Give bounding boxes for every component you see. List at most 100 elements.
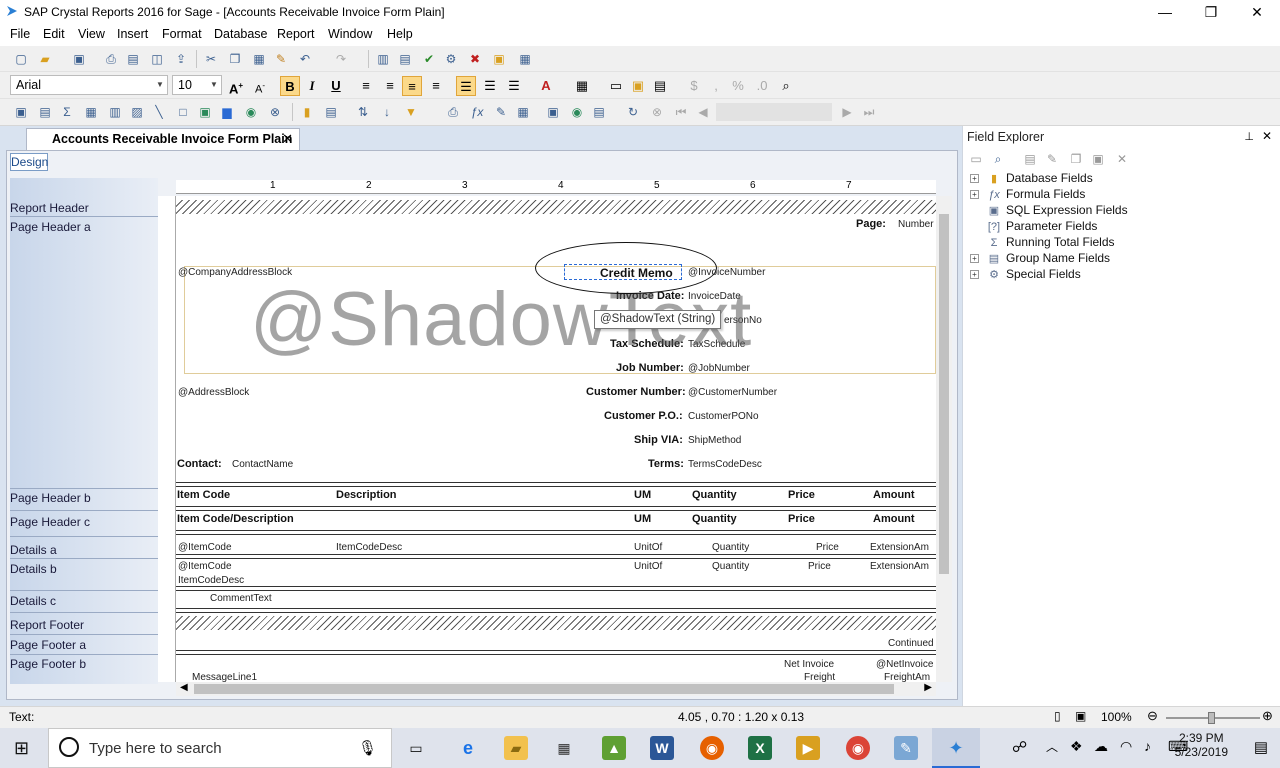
file-explorer-icon[interactable]: ▰: [504, 736, 528, 760]
database-expert-icon[interactable]: ▮: [300, 105, 314, 119]
decimal-icon[interactable]: .0: [752, 76, 772, 96]
wifi-icon[interactable]: ◠: [1120, 738, 1132, 755]
font-color-icon[interactable]: A: [536, 76, 556, 96]
duplicate-icon[interactable]: ❐: [1069, 152, 1083, 166]
ph-b-item-code[interactable]: Item Code: [177, 489, 230, 501]
section-report-footer[interactable]: Report Footer: [10, 618, 84, 632]
first-page-icon[interactable]: ⏮: [674, 105, 688, 119]
det-a-quantity[interactable]: Quantity: [712, 542, 749, 553]
thousands-icon[interactable]: ,: [706, 76, 726, 96]
ph-b-amount[interactable]: Amount: [873, 489, 915, 501]
insert-picture-icon[interactable]: ▨: [130, 105, 144, 119]
insert-box-icon[interactable]: □: [176, 105, 190, 119]
group-expert-icon[interactable]: ▥: [376, 52, 390, 66]
tree-sql-fields[interactable]: ▣ SQL Expression Fields: [987, 203, 1128, 217]
menu-report[interactable]: Report: [277, 27, 315, 41]
line-top-icon[interactable]: ☰: [456, 76, 476, 96]
prev-page-icon[interactable]: ◀: [696, 105, 710, 119]
lock-size-icon[interactable]: ▤: [650, 76, 670, 96]
vertical-scrollbar[interactable]: [936, 196, 952, 682]
tab-design[interactable]: Design: [10, 153, 48, 171]
edit-field-icon[interactable]: ✎: [1045, 152, 1059, 166]
menu-window[interactable]: Window: [328, 27, 372, 41]
menu-format[interactable]: Format: [162, 27, 202, 41]
det-a-item-code[interactable]: @ItemCode: [178, 542, 232, 553]
section-details-c[interactable]: Details c: [10, 594, 56, 608]
chrome-icon[interactable]: ◉: [846, 736, 870, 760]
people-icon[interactable]: ☍: [1012, 738, 1027, 756]
web-icon[interactable]: ◉: [570, 105, 584, 119]
align-right-icon[interactable]: ≡: [402, 76, 422, 96]
det-a-item-desc[interactable]: ItemCodeDesc: [336, 542, 402, 553]
increase-font-icon[interactable]: A+: [226, 76, 246, 96]
menu-edit[interactable]: Edit: [43, 27, 65, 41]
vertical-scroll-thumb[interactable]: [939, 214, 949, 574]
det-b-item-code[interactable]: @ItemCode: [178, 561, 232, 572]
ph-b-price[interactable]: Price: [788, 489, 815, 501]
insert-subreport-icon[interactable]: ▥: [108, 105, 122, 119]
excel-icon[interactable]: X: [748, 736, 772, 760]
contact-name-field[interactable]: ContactName: [232, 459, 293, 470]
sage-icon[interactable]: ▲: [602, 736, 626, 760]
open-icon[interactable]: ▰: [38, 52, 52, 66]
align-center-icon[interactable]: ≡: [380, 76, 400, 96]
grid-icon[interactable]: ▦: [516, 105, 530, 119]
find-icon[interactable]: ⌕: [776, 76, 796, 96]
task-view-icon[interactable]: ▭: [404, 736, 428, 760]
det-b-quantity[interactable]: Quantity: [712, 561, 749, 572]
det-b-unit[interactable]: UnitOf: [634, 561, 662, 572]
refresh-data-icon[interactable]: ↻: [626, 105, 640, 119]
minimize-button[interactable]: —: [1142, 0, 1188, 24]
section-page-header-a[interactable]: Page Header a: [10, 220, 91, 234]
export-icon[interactable]: ⇪: [174, 52, 188, 66]
section-page-footer-a[interactable]: Page Footer a: [10, 638, 86, 652]
formula-workshop-icon[interactable]: ✖: [468, 52, 482, 66]
menu-file[interactable]: File: [10, 27, 30, 41]
word-icon[interactable]: W: [650, 736, 674, 760]
system-clock[interactable]: 2:39 PM 5/23/2019: [1175, 731, 1228, 759]
insert-line-icon[interactable]: ╲: [152, 105, 166, 119]
line-middle-icon[interactable]: ☰: [480, 76, 500, 96]
tree-parameter-fields[interactable]: [?] Parameter Fields: [987, 219, 1098, 233]
browse-icon[interactable]: ⌕: [991, 152, 1005, 166]
contact-label[interactable]: Contact:: [177, 458, 222, 470]
dropbox-icon[interactable]: ❖: [1070, 738, 1083, 755]
select-expert-icon[interactable]: ✔: [422, 52, 436, 66]
customer-number-label[interactable]: Customer Number:: [586, 386, 686, 398]
ship-via-label[interactable]: Ship VIA:: [634, 434, 683, 446]
insert-summary-icon[interactable]: Σ: [60, 105, 74, 119]
insert-text-icon[interactable]: ▣: [14, 105, 28, 119]
tree-special-fields[interactable]: + ⚙ Special Fields: [970, 267, 1081, 281]
insert-olap-icon[interactable]: ◉: [244, 105, 258, 119]
ph-c-quantity[interactable]: Quantity: [692, 513, 737, 525]
ship-via-field[interactable]: ShipMethod: [688, 435, 741, 446]
media-icon[interactable]: ▶: [796, 736, 820, 760]
pin-icon[interactable]: ⊥: [1244, 130, 1254, 143]
currency-icon[interactable]: $: [684, 76, 704, 96]
new-icon[interactable]: ▢: [14, 52, 28, 66]
det-b-price[interactable]: Price: [808, 561, 831, 572]
report-explorer-icon[interactable]: ▦: [518, 52, 532, 66]
tree-group-name-fields[interactable]: + ▤ Group Name Fields: [970, 251, 1110, 265]
chevron-up-icon[interactable]: ︿: [1046, 738, 1058, 755]
section-report-header[interactable]: Report Header: [10, 201, 89, 215]
cut-icon[interactable]: ✂: [204, 52, 218, 66]
page-number-box[interactable]: [716, 103, 832, 121]
formula-icon[interactable]: ƒx: [470, 105, 484, 119]
customer-po-field[interactable]: CustomerPONo: [688, 411, 759, 422]
decrease-font-icon[interactable]: A-: [250, 76, 270, 96]
section-page-footer-b[interactable]: Page Footer b: [10, 657, 86, 671]
bold-button[interactable]: B: [280, 76, 300, 96]
print-area-icon[interactable]: ⎙: [446, 105, 460, 119]
menu-database[interactable]: Database: [214, 27, 268, 41]
sort-desc-icon[interactable]: ↓: [380, 105, 394, 119]
fit-page-icon[interactable]: ▣: [1075, 709, 1086, 723]
sort-expert-icon[interactable]: ▤: [398, 52, 412, 66]
copy-icon[interactable]: ❐: [228, 52, 242, 66]
redo-icon[interactable]: ↷: [334, 52, 348, 66]
section-expert-icon[interactable]: ⚙: [444, 52, 458, 66]
scroll-left-icon[interactable]: ◀: [180, 682, 188, 693]
chevron-down-icon[interactable]: ▼: [207, 76, 221, 94]
font-size-combo[interactable]: 10 ▼: [172, 75, 222, 95]
page-number-field[interactable]: Number: [898, 219, 934, 230]
